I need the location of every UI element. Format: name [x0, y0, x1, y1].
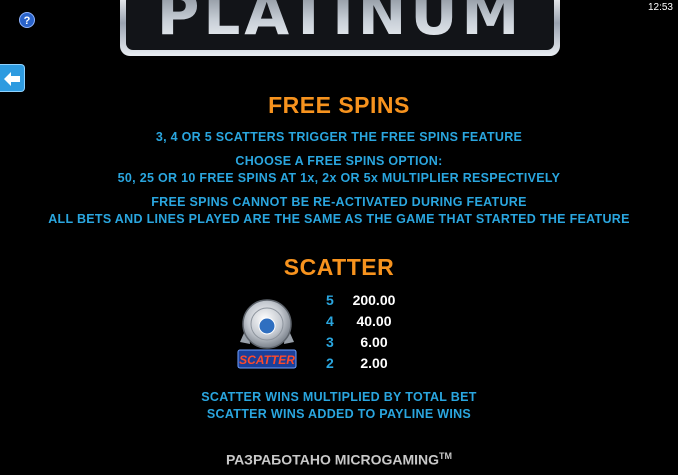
developer-credit: РАЗРАБОТАНО MICROGAMINGTM [0, 451, 678, 468]
pay-count: 5 [326, 292, 334, 308]
help-button[interactable]: ? [19, 12, 35, 28]
pay-value: 200.00 [352, 292, 396, 308]
pay-value: 6.00 [360, 334, 388, 350]
scatter-note-1: SCATTER WINS MULTIPLIED BY TOTAL BET [201, 390, 477, 404]
question-icon: ? [23, 15, 31, 27]
free-spins-line-1: 3, 4 OR 5 SCATTERS TRIGGER THE FREE SPIN… [155, 130, 523, 144]
game-logo: PLATINUM [118, 0, 562, 58]
free-spins-line-2: CHOOSE A FREE SPINS OPTION: [235, 154, 443, 168]
free-spins-line-3: 50, 25 OR 10 FREE SPINS AT 1x, 2x OR 5x … [117, 171, 561, 185]
scatter-paytable: 5 200.00 4 40.00 3 6.00 2 2.00 [320, 292, 420, 376]
free-spins-line-5: ALL BETS AND LINES PLAYED ARE THE SAME A… [48, 212, 630, 226]
pay-value: 2.00 [360, 355, 388, 371]
developer-credit-text: РАЗРАБОТАНО MICROGAMING [225, 451, 440, 468]
logo-text: PLATINUM [157, 0, 523, 48]
scatter-symbol-icon: SCATTER [236, 294, 298, 372]
free-spins-title: FREE SPINS [268, 92, 410, 118]
pay-count: 2 [326, 355, 334, 371]
free-spins-line-4: FREE SPINS CANNOT BE RE-ACTIVATED DURING… [151, 195, 527, 209]
trademark: TM [439, 451, 453, 461]
pay-count: 3 [326, 334, 334, 350]
arrow-left-icon [4, 72, 20, 86]
pay-count: 4 [326, 313, 334, 329]
back-button[interactable] [0, 64, 25, 92]
clock: 12:53 [647, 2, 673, 13]
scatter-note-2: SCATTER WINS ADDED TO PAYLINE WINS [206, 407, 472, 421]
pay-row: 4 40.00 [320, 313, 420, 334]
pay-row: 5 200.00 [320, 292, 420, 313]
scatter-symbol-label: SCATTER [239, 353, 295, 367]
scatter-title: SCATTER [283, 254, 395, 280]
pay-value: 40.00 [356, 313, 392, 329]
pay-row: 3 6.00 [320, 334, 420, 355]
pay-row: 2 2.00 [320, 355, 420, 376]
